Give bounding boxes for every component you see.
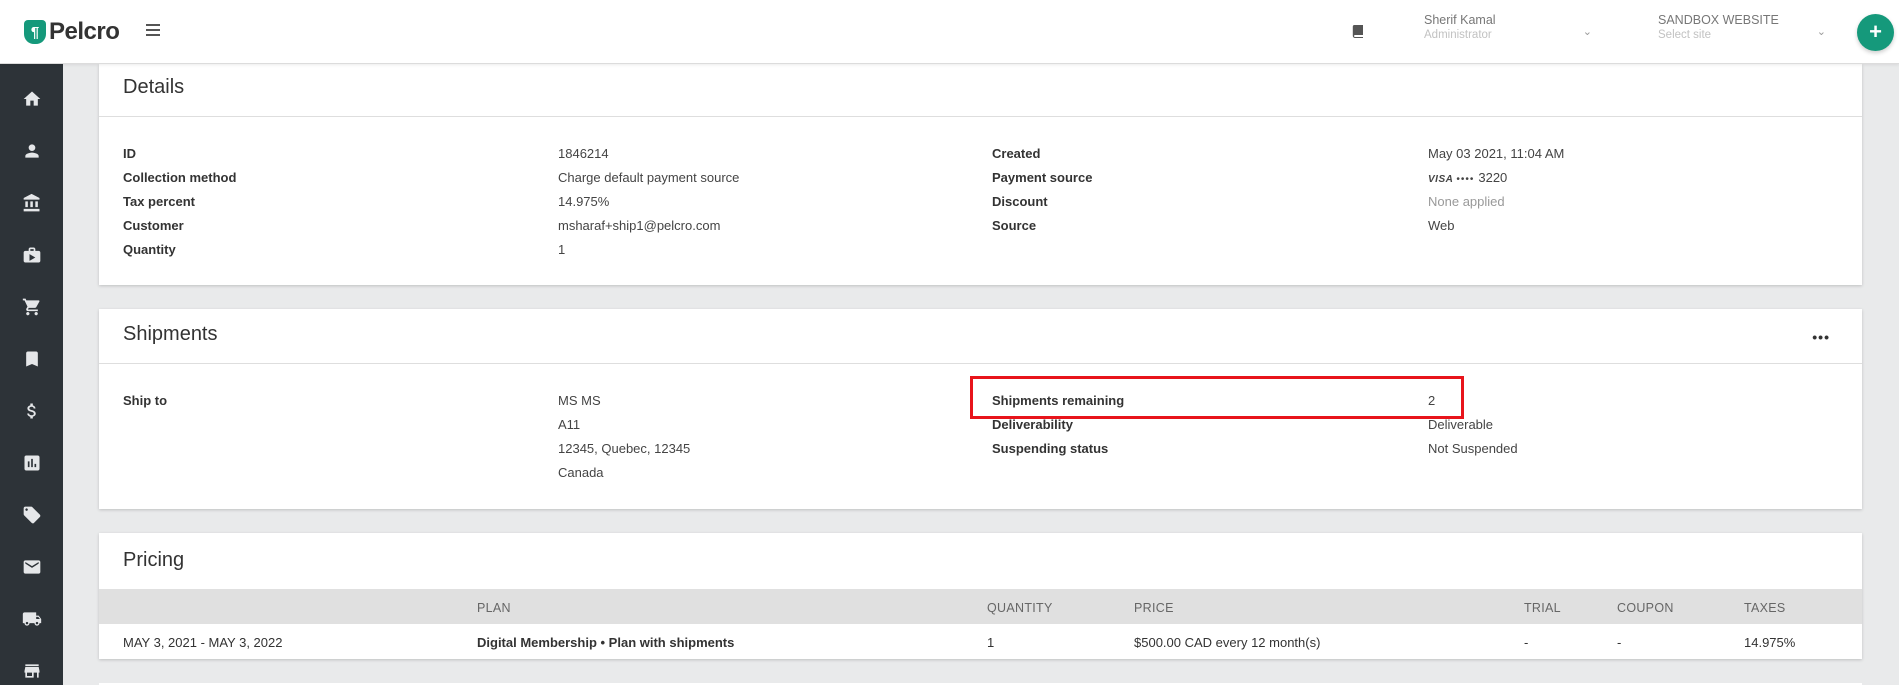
- created-label: Created: [992, 146, 1041, 161]
- hamburger-menu-icon[interactable]: [146, 24, 160, 36]
- pricing-card: Pricing PLAN QUANTITY PRICE TRIAL COUPON…: [99, 533, 1862, 659]
- user-name: Sherif Kamal: [1424, 13, 1496, 27]
- column-header-quantity: QUANTITY: [987, 601, 1053, 615]
- address-line: Canada: [558, 465, 604, 480]
- suspending-status-value: Not Suspended: [1428, 441, 1518, 456]
- divider: [99, 363, 1862, 364]
- source-value: Web: [1428, 218, 1455, 233]
- deliverability-label: Deliverability: [992, 417, 1073, 432]
- site-selector[interactable]: SANDBOX WEBSITE Select site ⌄: [1658, 13, 1838, 42]
- dollar-icon[interactable]: [0, 391, 63, 431]
- trial-cell: -: [1524, 635, 1529, 650]
- period-cell: MAY 3, 2021 - MAY 3, 2022: [123, 635, 283, 650]
- sidebar: [0, 64, 63, 685]
- quantity-value: 1: [558, 242, 566, 257]
- details-card: Details ID 1846214 Collection method Cha…: [99, 64, 1862, 285]
- home-icon[interactable]: [0, 79, 63, 119]
- user-role: Administrator: [1424, 29, 1492, 41]
- coupon-cell: -: [1617, 635, 1622, 650]
- address-line: MS MS: [558, 393, 601, 408]
- id-label: ID: [123, 146, 136, 161]
- discount-label: Discount: [992, 194, 1048, 209]
- top-bar: ¶ Pelcro Sherif Kamal Administrator ⌄ SA…: [0, 0, 1899, 64]
- discount-value: None applied: [1428, 194, 1505, 209]
- ship-to-label: Ship to: [123, 393, 168, 408]
- highlight-box: [970, 376, 1464, 419]
- pricing-table-header: PLAN QUANTITY PRICE TRIAL COUPON TAXES: [99, 589, 1862, 624]
- source-label: Source: [992, 218, 1037, 233]
- chevron-down-icon: ⌄: [1582, 26, 1592, 38]
- column-header-taxes: TAXES: [1744, 601, 1786, 615]
- column-header-plan: PLAN: [477, 601, 511, 615]
- site-placeholder: Select site: [1658, 29, 1712, 41]
- deliverability-value: Deliverable: [1428, 417, 1494, 432]
- divider: [99, 116, 1862, 117]
- pricing-title: Pricing: [123, 549, 185, 571]
- collection-method-value: Charge default payment source: [558, 170, 740, 185]
- address-line: A11: [558, 417, 581, 432]
- column-header-price: PRICE: [1134, 601, 1174, 615]
- quantity-cell: 1: [987, 635, 995, 650]
- visa-icon: VISA: [1428, 174, 1454, 185]
- collection-method-label: Collection method: [123, 170, 237, 185]
- suspending-status-label: Suspending status: [992, 441, 1109, 456]
- plan-cell[interactable]: Digital Membership • Plan with shipments: [477, 635, 734, 650]
- payment-source-label: Payment source: [992, 170, 1093, 185]
- details-title: Details: [123, 76, 185, 98]
- more-options-icon[interactable]: •••: [1812, 329, 1830, 345]
- customer-link[interactable]: msharaf+ship1@pelcro.com: [558, 218, 720, 233]
- column-header-trial: TRIAL: [1524, 601, 1561, 615]
- user-selector[interactable]: Sherif Kamal Administrator ⌄: [1424, 13, 1604, 42]
- user-icon[interactable]: [0, 131, 63, 171]
- logo-mark-icon: ¶: [24, 20, 46, 44]
- quantity-label: Quantity: [123, 242, 176, 257]
- chart-icon[interactable]: [0, 443, 63, 483]
- created-value: May 03 2021, 11:04 AM: [1428, 146, 1565, 161]
- briefcase-icon[interactable]: [0, 235, 63, 275]
- price-cell: $500.00 CAD every 12 month(s): [1134, 635, 1321, 650]
- shipments-title: Shipments: [123, 323, 218, 345]
- truck-icon[interactable]: [0, 599, 63, 639]
- card-dots: ••••: [1456, 174, 1475, 185]
- logo-text: Pelcro: [49, 18, 120, 45]
- store-icon[interactable]: [0, 651, 63, 685]
- bank-icon[interactable]: [0, 183, 63, 223]
- chevron-down-icon: ⌄: [1816, 26, 1826, 38]
- pelcro-logo[interactable]: ¶ Pelcro: [24, 18, 120, 46]
- address-line: 12345, Quebec, 12345: [558, 441, 691, 456]
- id-value: 1846214: [558, 146, 609, 161]
- book-icon[interactable]: [1352, 25, 1364, 38]
- tax-percent-label: Tax percent: [123, 194, 196, 209]
- mail-icon[interactable]: [0, 547, 63, 587]
- taxes-cell: 14.975%: [1744, 635, 1796, 650]
- bookmark-icon[interactable]: [0, 339, 63, 379]
- tax-percent-value: 14.975%: [558, 194, 610, 209]
- customer-label: Customer: [123, 218, 184, 233]
- card-last4: 3220: [1478, 170, 1508, 185]
- column-header-coupon: COUPON: [1617, 601, 1674, 615]
- add-button[interactable]: +: [1857, 14, 1894, 51]
- cart-icon[interactable]: [0, 287, 63, 327]
- payment-source-value: VISA •••• 3220: [1428, 170, 1507, 185]
- ticket-icon[interactable]: [0, 495, 63, 535]
- site-name: SANDBOX WEBSITE: [1658, 13, 1779, 27]
